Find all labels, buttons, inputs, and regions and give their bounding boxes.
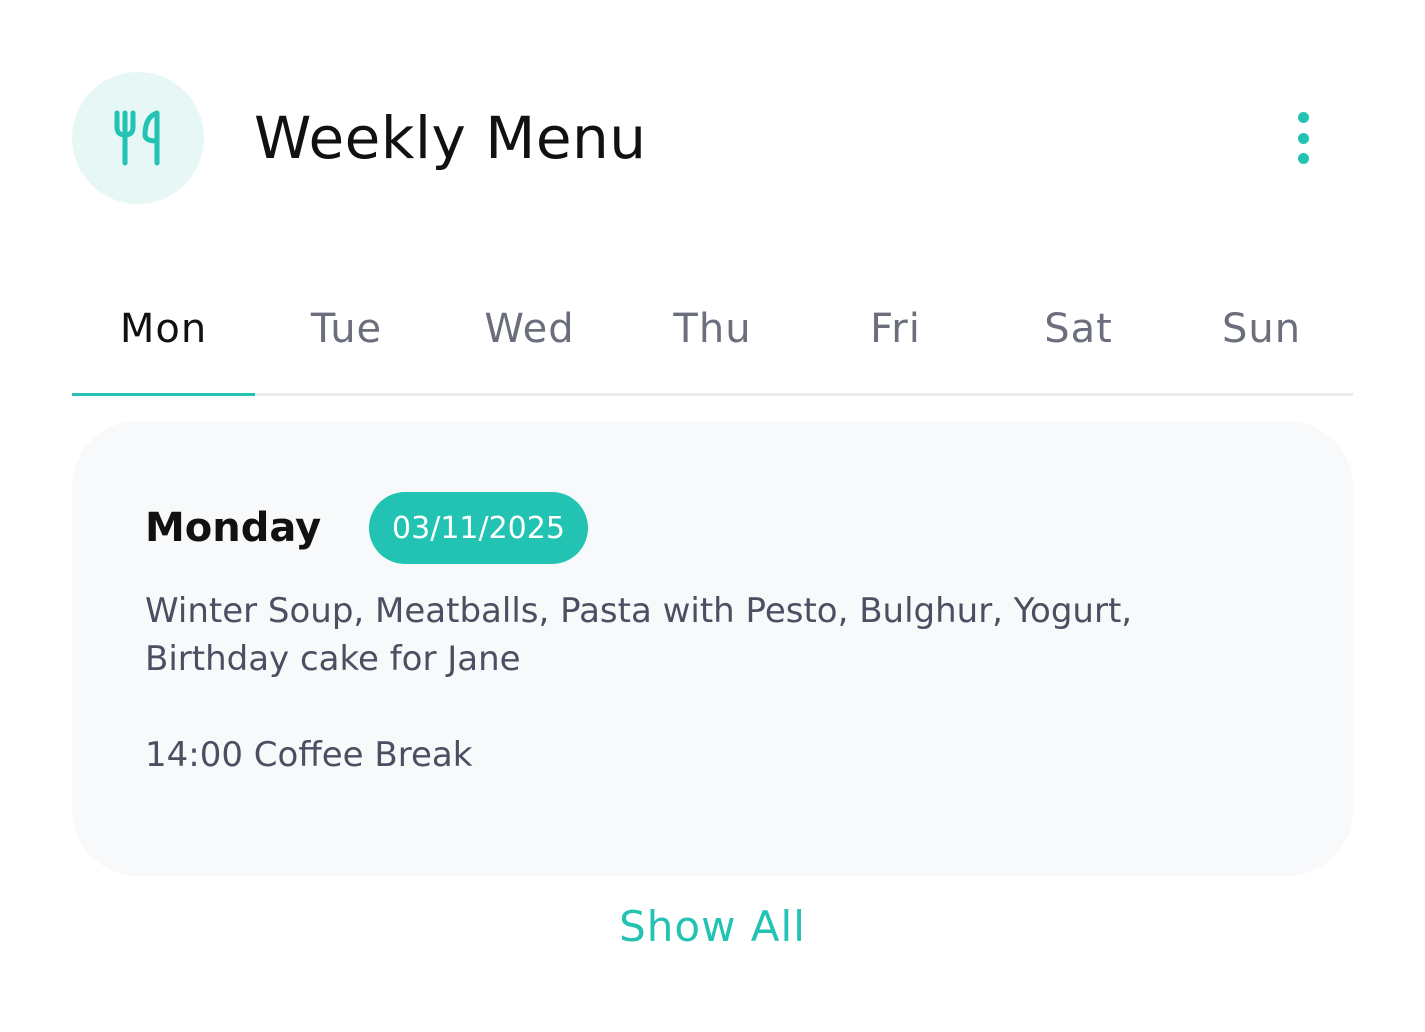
tab-tue[interactable]: Tue [255,292,438,393]
tab-mon[interactable]: Mon [72,292,255,396]
tab-fri[interactable]: Fri [804,292,987,393]
tab-sun[interactable]: Sun [1170,292,1353,393]
more-dot [1297,132,1309,144]
more-options-button[interactable] [1291,112,1315,164]
more-dot [1297,153,1309,164]
tab-thu[interactable]: Thu [621,292,804,393]
logo-badge [72,72,204,204]
card-title: Weekly Menu [254,104,647,172]
more-vertical-icon [1297,112,1309,123]
day-tabs: Mon Tue Wed Thu Fri Sat Sun [72,292,1353,396]
day-menu-panel: Monday 03/11/2025 Winter Soup, Meatballs… [72,421,1353,876]
card-header: Weekly Menu [72,72,1353,204]
tab-wed[interactable]: Wed [438,292,621,393]
cutlery-icon [114,110,160,166]
break-text: 14:00 Coffee Break [145,735,473,775]
weekly-menu-card: Weekly Menu Mon Tue Wed Thu Fri Sat Sun … [0,0,1425,1032]
menu-items-text: Winter Soup, Meatballs, Pasta with Pesto… [145,591,1133,679]
day-name: Monday [145,505,322,551]
show-all-link[interactable]: Show All [0,902,1425,951]
date-badge: 03/11/2025 [369,492,588,564]
tab-sat[interactable]: Sat [987,292,1170,393]
